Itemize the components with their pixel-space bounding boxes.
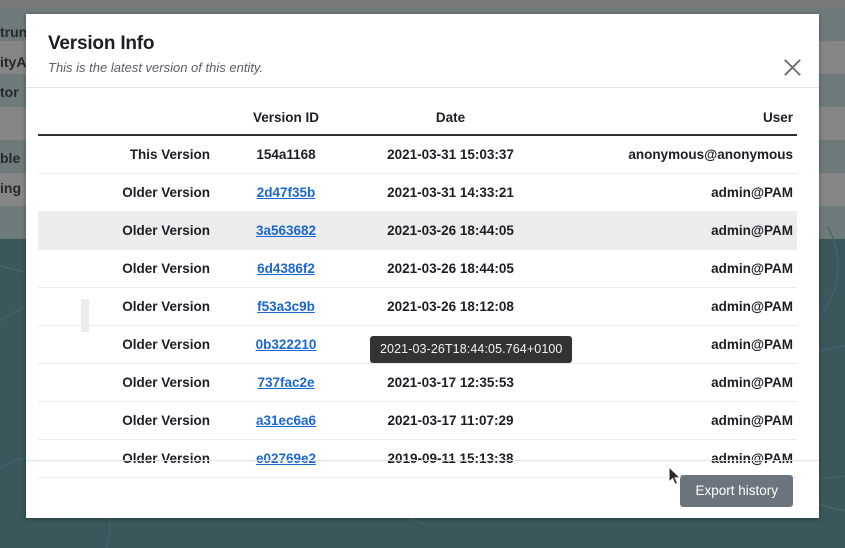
- table-row[interactable]: Older Version a31ec6a6 2021-03-17 11:07:29…: [38, 401, 797, 440]
- table-row[interactable]: Older Version f53a3c9b 2021-03-26 18:12:08…: [38, 287, 797, 326]
- cell-user: admin@PAM: [555, 249, 797, 288]
- cell-version-kind: Older Version: [38, 211, 226, 250]
- table-header-row: Version ID Date User: [38, 110, 797, 136]
- cell-date: 2021-03-17 11:07:29: [346, 401, 555, 440]
- table-row[interactable]: Older Version 2d47f35b 2021-03-31 14:33:21…: [38, 173, 797, 212]
- cell-date: 2021-03-26 18:44:05: [346, 211, 555, 250]
- cell-version-id[interactable]: a31ec6a6: [226, 401, 346, 440]
- cell-version-kind: Older Version: [38, 249, 226, 288]
- table-row[interactable]: Older Version 737fac2e 2021-03-17 12:35:53…: [38, 363, 797, 402]
- cell-version-id[interactable]: 3a563682: [226, 211, 346, 250]
- version-table: Version ID Date User This Version 154a116…: [38, 110, 797, 478]
- cell-version-id[interactable]: 0b322210: [226, 325, 346, 364]
- cell-user: admin@PAM: [555, 287, 797, 326]
- table-row[interactable]: This Version 154a1168 2021-03-31 15:03:37 a…: [38, 135, 797, 174]
- cell-date: 2021-03-31 15:03:37: [346, 135, 555, 174]
- cell-version-id[interactable]: 737fac2e: [226, 363, 346, 402]
- dialog-subtitle: This is the latest version of this entit…: [48, 60, 264, 75]
- background-text-fragment: tor: [0, 84, 19, 100]
- dialog-header: Version Info This is the latest version …: [26, 14, 819, 88]
- cell-version-id: 154a1168: [226, 135, 346, 174]
- cell-version-kind: Older Version: [38, 363, 226, 402]
- cell-version-kind: Older Version: [38, 325, 226, 364]
- background-text-fragment: ble: [0, 150, 21, 166]
- cell-user: admin@PAM: [555, 173, 797, 212]
- cell-user: admin@PAM: [555, 325, 797, 364]
- hover-row-bleed: [81, 299, 89, 332]
- version-table-container: Version ID Date User This Version 154a116…: [26, 88, 819, 478]
- export-history-button[interactable]: Export history: [680, 475, 793, 507]
- table-row[interactable]: Older Version 3a563682 2021-03-26 18:44:05…: [38, 211, 797, 250]
- cell-date: 2021-03-31 14:33:21: [346, 173, 555, 212]
- cell-version-id[interactable]: f53a3c9b: [226, 287, 346, 326]
- version-id-link[interactable]: 737fac2e: [257, 375, 314, 390]
- version-info-dialog: Version Info This is the latest version …: [26, 14, 819, 518]
- cell-version-kind: Older Version: [38, 401, 226, 440]
- cell-version-id[interactable]: 6d4386f2: [226, 249, 346, 288]
- background-text-fragment: ing: [0, 180, 21, 196]
- cell-user: admin@PAM: [555, 211, 797, 250]
- version-id-link[interactable]: 2d47f35b: [257, 185, 316, 200]
- version-id-link[interactable]: f53a3c9b: [257, 299, 315, 314]
- cell-date: 2021-03-17 12:35:53: [346, 363, 555, 402]
- background-text-fragment: trun: [0, 24, 28, 40]
- cell-version-kind: Older Version: [38, 287, 226, 326]
- version-id-link[interactable]: 3a563682: [256, 223, 316, 238]
- dialog-footer: Export history: [26, 460, 819, 518]
- dialog-title: Version Info: [48, 33, 155, 54]
- cell-version-kind: This Version: [38, 135, 226, 174]
- background-toolbar: [0, 0, 845, 8]
- cell-user: admin@PAM: [555, 401, 797, 440]
- column-header-date: Date: [346, 110, 555, 136]
- version-id-link[interactable]: a31ec6a6: [256, 413, 316, 428]
- cell-version-kind: Older Version: [38, 173, 226, 212]
- version-id-link[interactable]: 0b322210: [256, 337, 317, 352]
- table-row[interactable]: Older Version 6d4386f2 2021-03-26 18:44:05…: [38, 249, 797, 288]
- column-header-kind: [38, 110, 226, 136]
- date-tooltip: 2021-03-26T18:44:05.764+0100: [370, 336, 573, 363]
- cell-date: 2021-03-26 18:12:08: [346, 287, 555, 326]
- column-header-version-id: Version ID: [226, 110, 346, 136]
- table-body: This Version 154a1168 2021-03-31 15:03:37 a…: [38, 135, 797, 478]
- version-id-link[interactable]: 6d4386f2: [257, 261, 315, 276]
- cell-user: admin@PAM: [555, 363, 797, 402]
- cell-date: 2021-03-26 18:44:05: [346, 249, 555, 288]
- cell-user: anonymous@anonymous: [555, 135, 797, 174]
- close-icon[interactable]: [779, 54, 805, 80]
- column-header-user: User: [555, 110, 797, 136]
- cell-version-id[interactable]: 2d47f35b: [226, 173, 346, 212]
- background-text-fragment: ityA: [0, 54, 27, 70]
